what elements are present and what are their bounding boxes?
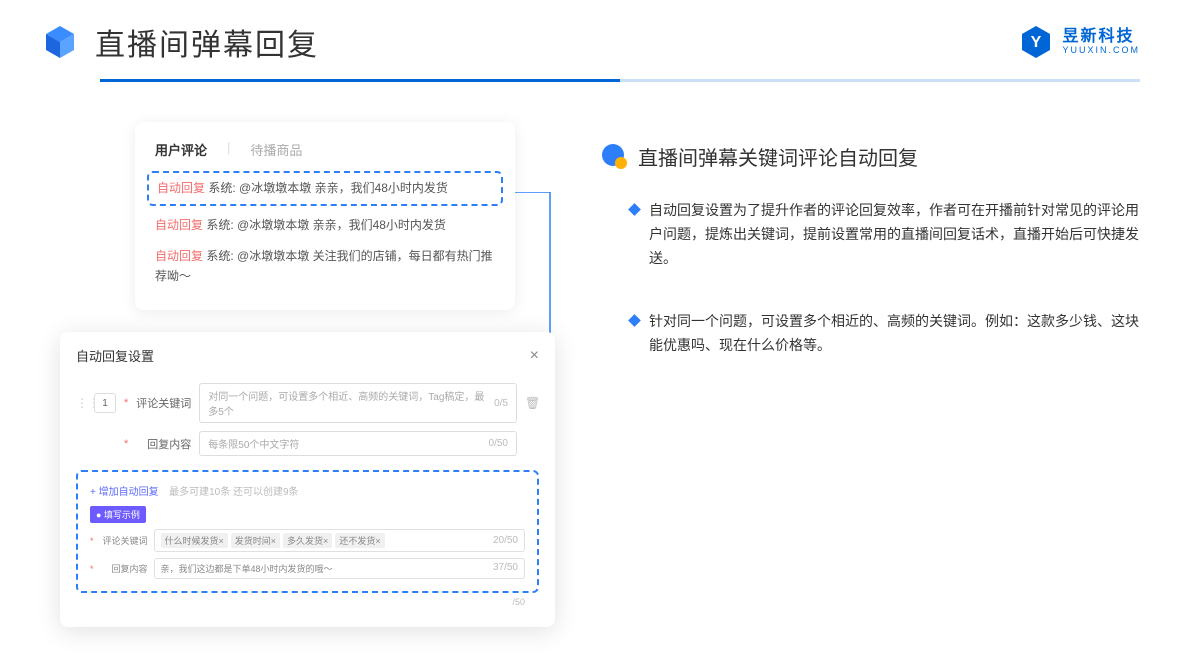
- comment-row: 自动回复 系统: @冰墩墩本墩 亲亲，我们48小时内发货: [155, 210, 495, 241]
- comments-panel: 用户评论 | 待播商品 自动回复 系统: @冰墩墩本墩 亲亲，我们48小时内发货…: [135, 122, 515, 310]
- comment-row: 自动回复 系统: @冰墩墩本墩 关注我们的店铺，每日都有热门推荐呦～: [155, 241, 495, 291]
- keyword-input[interactable]: 对同一个问题，可设置多个相近、高频的关键词，Tag稿定，最多5个 0/5: [199, 383, 517, 423]
- drag-handle-icon[interactable]: ⋮⋮: [76, 396, 86, 410]
- bullet-item: 自动回复设置为了提升作者的评论回复效率，作者可在开播前针对常见的评论用户问题，提…: [600, 199, 1140, 270]
- page-header: 直播间弹幕回复 Y 昱新科技 YUUXIN.COM: [0, 0, 1180, 74]
- add-auto-reply-link[interactable]: + 增加自动回复: [90, 487, 159, 498]
- example-reply-input[interactable]: 亲，我们这边都是下单48小时内发货的哦～ 37/50: [154, 558, 525, 579]
- brand-domain: YUUXIN.COM: [1062, 46, 1140, 56]
- example-keyword-label: 评论关键词: [100, 534, 148, 547]
- tab-comments[interactable]: 用户评论: [155, 140, 207, 159]
- diamond-bullet-icon: [628, 315, 641, 328]
- comment-row-highlighted: 自动回复 系统: @冰墩墩本墩 亲亲，我们48小时内发货: [147, 171, 503, 206]
- reply-input[interactable]: 每条限50个中文字符 0/50: [199, 431, 517, 456]
- svg-text:Y: Y: [1031, 34, 1042, 51]
- brand-name: 昱新科技: [1062, 28, 1140, 46]
- tab-products[interactable]: 待播商品: [250, 140, 302, 159]
- brand-logo-icon: Y: [1018, 24, 1054, 60]
- reply-label: 回复内容: [136, 436, 191, 452]
- example-keyword-input[interactable]: 什么时候发货× 发货时间× 多久发货× 还不发货× 20/50: [154, 529, 525, 552]
- example-badge: ● 填写示例: [90, 506, 146, 523]
- page-title: 直播间弹幕回复: [95, 20, 319, 64]
- trash-icon[interactable]: 🗑: [525, 396, 539, 410]
- cube-icon: [40, 22, 80, 62]
- brand-logo-area: Y 昱新科技 YUUXIN.COM: [1018, 24, 1140, 60]
- modal-title: 自动回复设置: [76, 346, 154, 365]
- keyword-label: 评论关键词: [136, 395, 191, 411]
- section-title: 直播间弹幕关键词评论自动回复: [638, 142, 918, 171]
- auto-reply-settings-modal: 自动回复设置 × ⋮⋮ 1 * 评论关键词 对同一个问题，可设置多个相近、高频的…: [60, 332, 555, 627]
- add-hint: 最多可建10条 还可以创建9条: [169, 487, 298, 498]
- sequence-number: 1: [94, 393, 116, 413]
- example-reply-label: 回复内容: [100, 562, 148, 575]
- below-counter: /50: [76, 597, 539, 607]
- example-area: + 增加自动回复 最多可建10条 还可以创建9条 ● 填写示例 * 评论关键词 …: [76, 470, 539, 593]
- close-icon[interactable]: ×: [530, 347, 539, 365]
- bullet-item: 针对同一个问题，可设置多个相近的、高频的关键词。例如：这款多少钱、这块能优惠吗、…: [600, 310, 1140, 358]
- diamond-bullet-icon: [628, 203, 641, 216]
- chat-bubble-icon: [600, 143, 628, 171]
